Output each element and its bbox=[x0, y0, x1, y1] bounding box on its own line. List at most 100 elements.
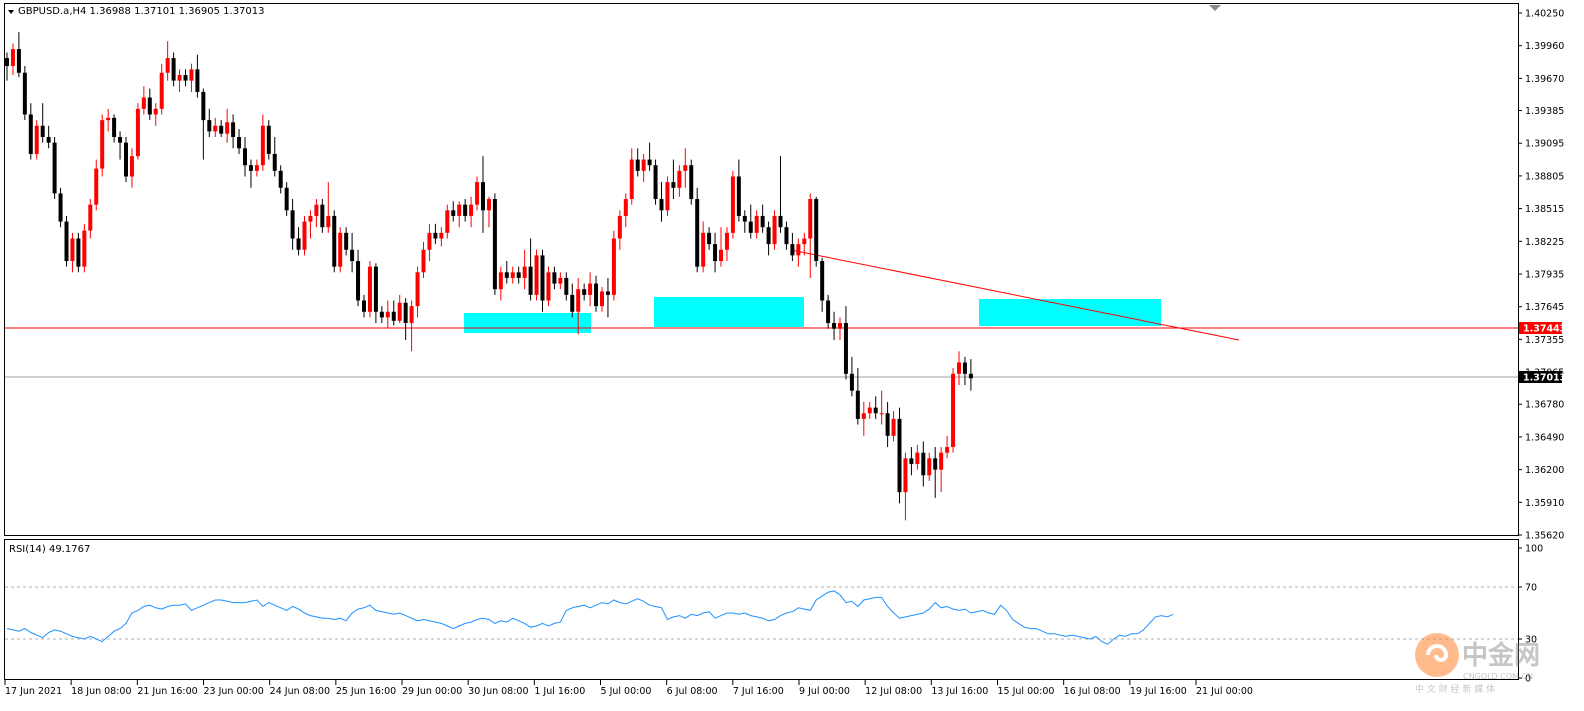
candle-body bbox=[832, 323, 837, 329]
candle-body bbox=[284, 187, 289, 211]
candle-body bbox=[486, 199, 491, 211]
candle-body bbox=[814, 199, 819, 262]
candle-body bbox=[707, 232, 712, 245]
price-tick-label: 1.35620 bbox=[1525, 531, 1564, 542]
candle-body bbox=[10, 49, 15, 66]
candle-body bbox=[433, 232, 438, 239]
candle-body bbox=[730, 176, 735, 233]
candle-body bbox=[338, 232, 343, 267]
price-tick-label: 1.37645 bbox=[1525, 302, 1564, 313]
current-price-label: 1.37013 bbox=[1523, 373, 1566, 384]
time-tick-label: 18 Jun 08:00 bbox=[71, 686, 131, 697]
candle-body bbox=[838, 323, 842, 329]
candle-body bbox=[385, 311, 390, 318]
candle-body bbox=[683, 165, 688, 171]
watermark-tagline: 中 文 财 经 新 媒 体 bbox=[1415, 683, 1495, 695]
candle-body bbox=[540, 255, 545, 301]
candle-body bbox=[623, 199, 628, 216]
candle-body bbox=[659, 199, 664, 211]
candle-body bbox=[40, 125, 45, 138]
candle-body bbox=[278, 170, 283, 188]
candle-body bbox=[189, 69, 194, 81]
candle-body bbox=[445, 210, 450, 233]
candle-body bbox=[564, 277, 569, 295]
watermark-domain: CNGOLD.COM.CN bbox=[1463, 672, 1533, 681]
time-tick-label: 23 Jun 00:00 bbox=[204, 686, 264, 697]
candle-body bbox=[927, 458, 932, 476]
price-tick-label: 1.39385 bbox=[1525, 106, 1564, 117]
candle-body bbox=[611, 238, 616, 295]
candle-body bbox=[647, 159, 652, 166]
candle-body bbox=[272, 153, 277, 171]
candle-body bbox=[135, 108, 140, 157]
candle-body bbox=[808, 199, 813, 239]
candle-body bbox=[766, 227, 771, 245]
time-tick-label: 30 Jun 08:00 bbox=[468, 686, 528, 697]
time-tick-label: 21 Jun 16:00 bbox=[137, 686, 197, 697]
candle-body bbox=[427, 232, 432, 250]
candle-body bbox=[421, 249, 426, 273]
time-tick-label: 16 Jul 08:00 bbox=[1064, 686, 1121, 697]
candle-body bbox=[16, 49, 21, 73]
candle-body bbox=[231, 122, 236, 138]
candle-body bbox=[492, 199, 497, 290]
candle-body bbox=[617, 215, 622, 239]
candle-body bbox=[802, 238, 807, 245]
candle-body bbox=[582, 289, 587, 295]
price-tick-label: 1.38515 bbox=[1525, 204, 1564, 215]
candle-body bbox=[534, 255, 539, 295]
candle-body bbox=[921, 452, 926, 476]
candle-body bbox=[653, 165, 658, 200]
watermark: 中金网 CNGOLD.COM.CN 中 文 财 经 新 媒 体 bbox=[1415, 633, 1540, 695]
candle-body bbox=[588, 283, 593, 295]
candle-body bbox=[129, 156, 134, 177]
time-tick-label: 21 Jul 00:00 bbox=[1196, 686, 1253, 697]
chart-title: GBPUSD.a,H4 1.36988 1.37101 1.36905 1.37… bbox=[18, 6, 265, 17]
candle-body bbox=[100, 120, 105, 169]
candle-body bbox=[451, 210, 456, 216]
candle-body bbox=[248, 165, 253, 171]
candle-body bbox=[605, 291, 610, 295]
candle-body bbox=[546, 272, 551, 301]
price-tick-label: 1.37935 bbox=[1525, 270, 1564, 281]
candle-body bbox=[439, 232, 444, 239]
candle-body bbox=[362, 300, 366, 312]
candle-body bbox=[344, 232, 349, 250]
candle-body bbox=[177, 75, 182, 81]
candle-body bbox=[94, 168, 99, 205]
candle-body bbox=[933, 458, 938, 470]
candle-body bbox=[909, 458, 914, 464]
candle-body bbox=[201, 91, 206, 121]
time-tick-label: 5 Jul 00:00 bbox=[601, 686, 652, 697]
candle-body bbox=[719, 249, 723, 262]
time-tick-label: 12 Jul 08:00 bbox=[865, 686, 922, 697]
time-tick-label: 6 Jul 08:00 bbox=[667, 686, 718, 697]
candle-body bbox=[867, 407, 872, 414]
candle-body bbox=[879, 413, 884, 415]
candle-body bbox=[52, 142, 57, 194]
candle-body bbox=[570, 294, 575, 312]
candle-body bbox=[498, 272, 503, 290]
candle-body bbox=[897, 418, 902, 493]
candle-body bbox=[183, 75, 188, 81]
watermark-brand: 中金网 bbox=[1462, 640, 1540, 671]
candle-body bbox=[403, 302, 408, 324]
candle-body bbox=[724, 232, 729, 250]
candle-body bbox=[225, 122, 230, 134]
candle-body bbox=[915, 452, 920, 464]
candle-body bbox=[945, 447, 950, 453]
candle-body bbox=[516, 272, 521, 278]
candle-body bbox=[82, 230, 87, 267]
candle-body bbox=[76, 238, 81, 267]
price-tick-label: 1.38805 bbox=[1525, 171, 1564, 182]
candle-body bbox=[968, 373, 973, 379]
candle-body bbox=[760, 215, 765, 228]
candle-body bbox=[695, 199, 700, 267]
candle-body bbox=[195, 69, 200, 92]
candle-body bbox=[46, 137, 51, 143]
candle-body bbox=[457, 204, 462, 216]
price-tick-label: 1.37355 bbox=[1525, 335, 1564, 346]
candle-body bbox=[510, 272, 515, 278]
candle-body bbox=[153, 108, 158, 115]
candle-body bbox=[64, 221, 69, 262]
